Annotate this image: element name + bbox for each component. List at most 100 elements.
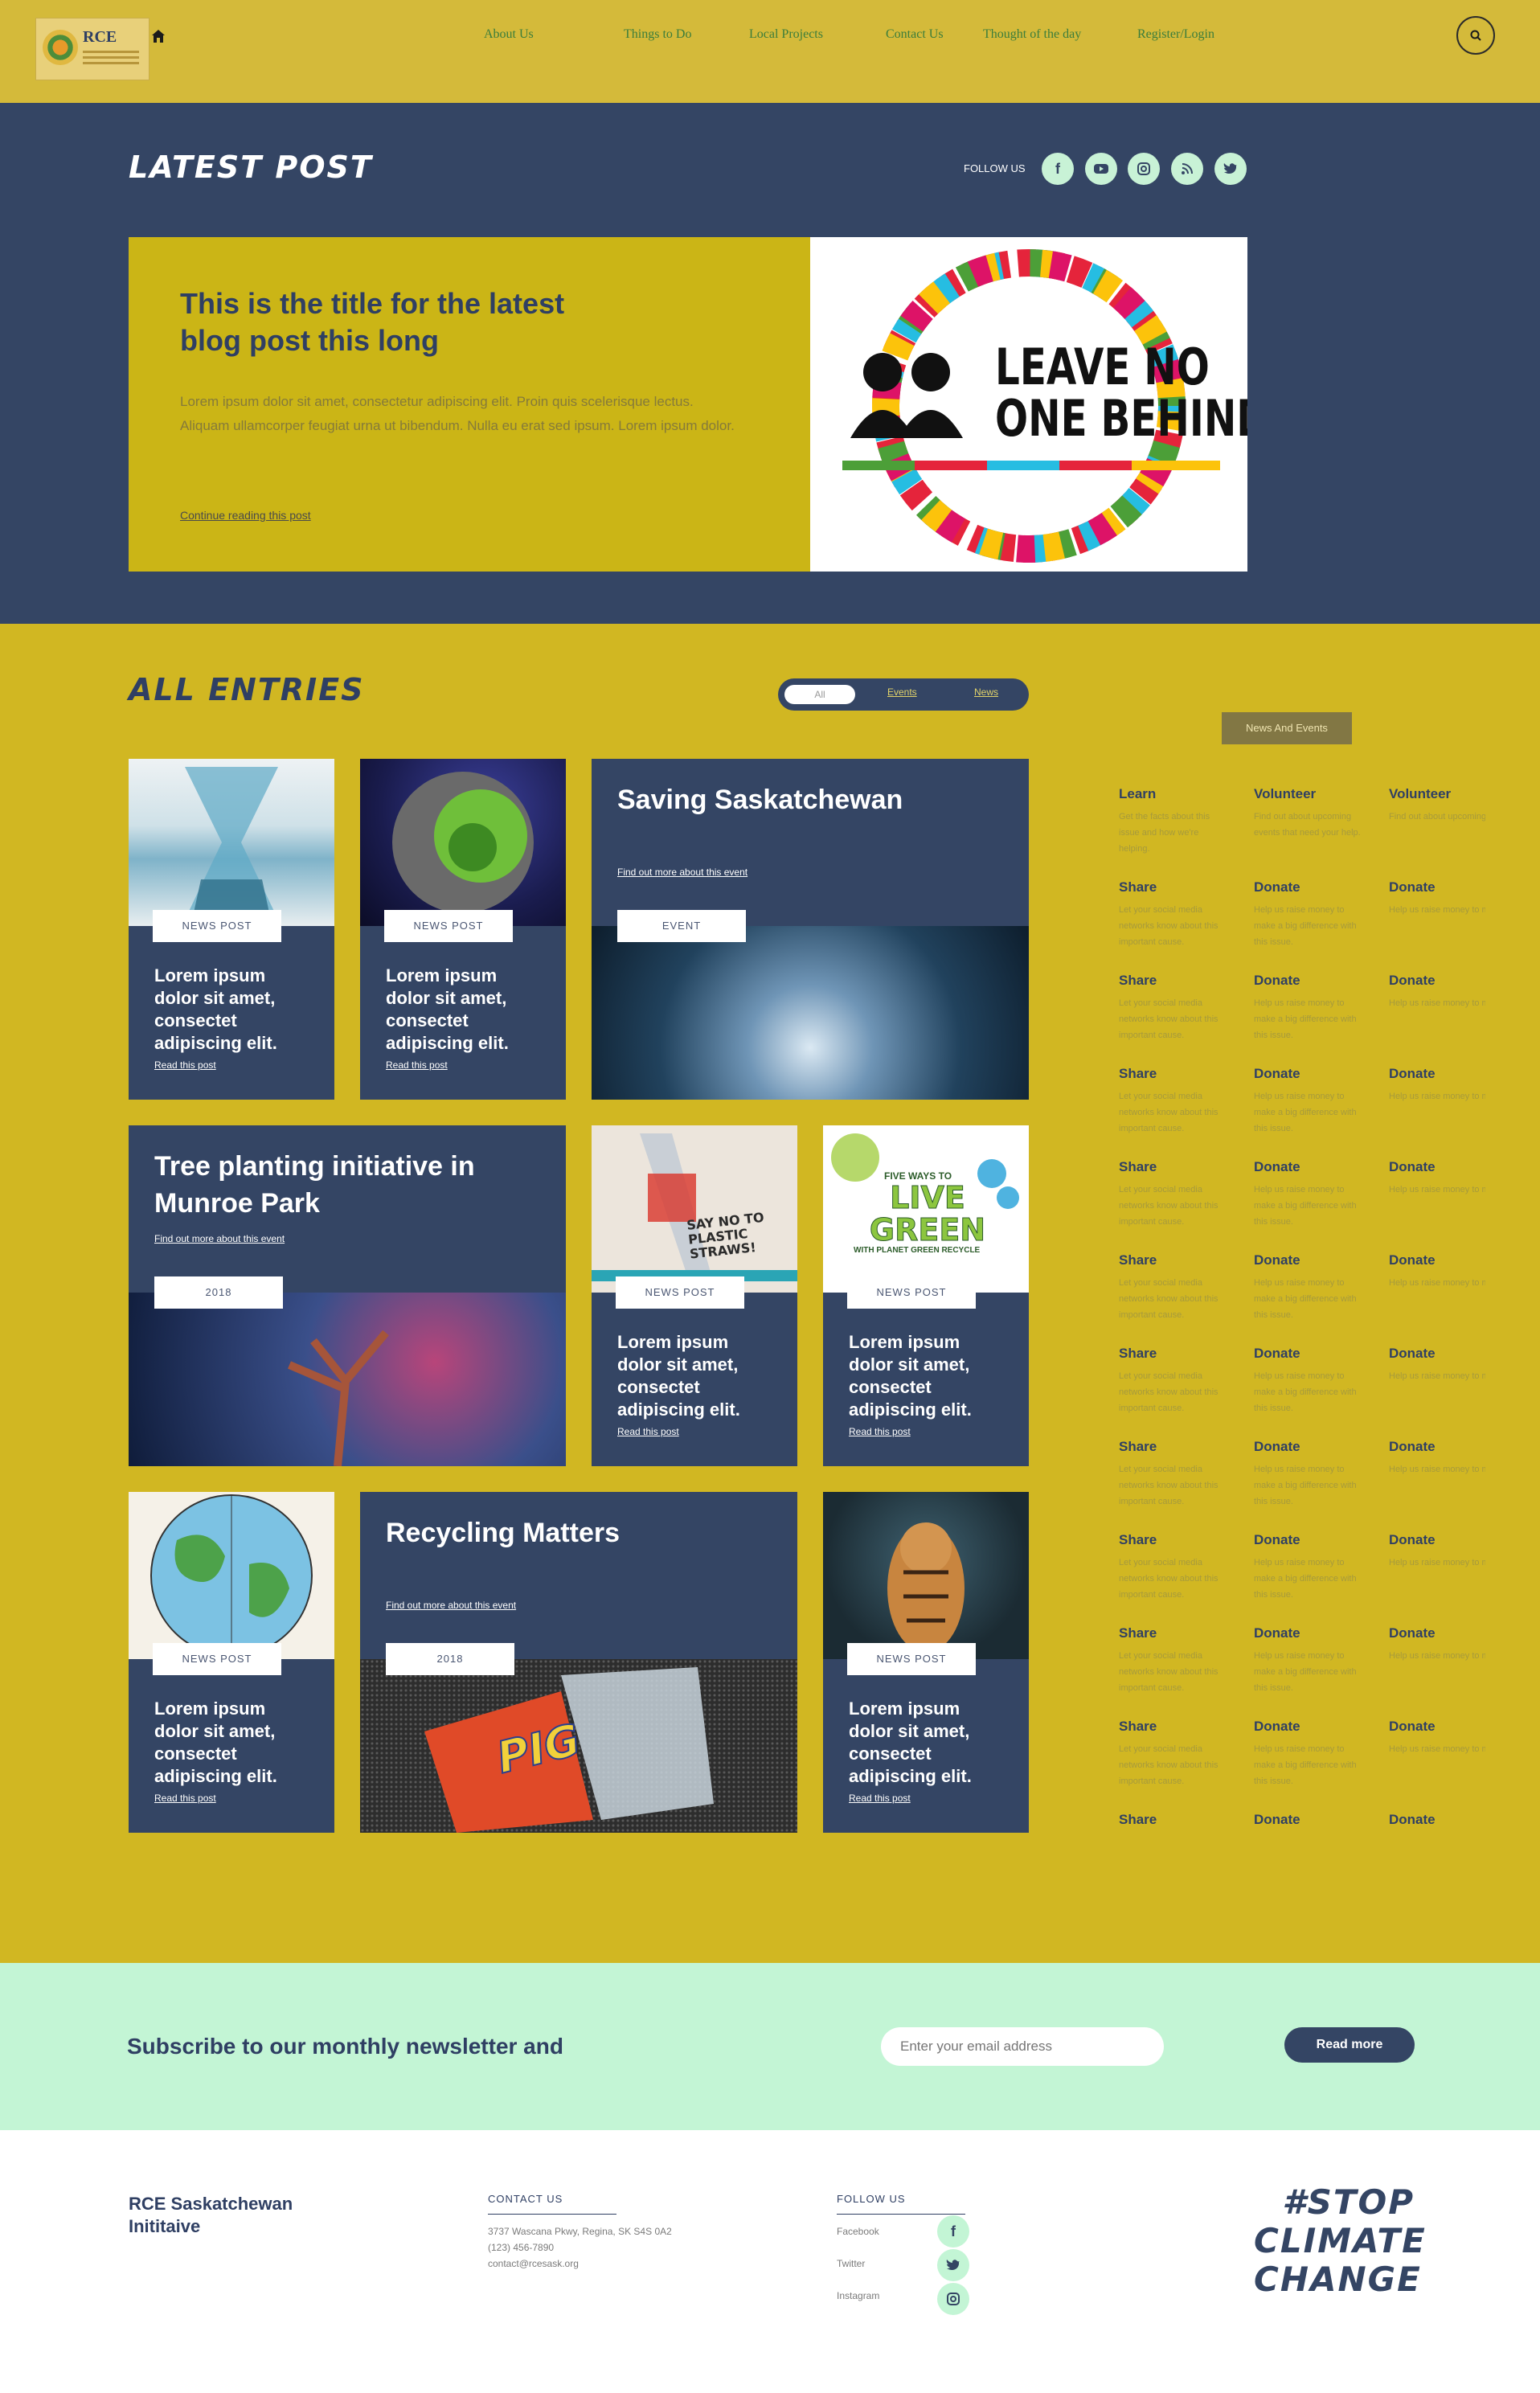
sidebar-block[interactable]: Donate Help us raise money to make a big … bbox=[1389, 1252, 1485, 1291]
read-post-link[interactable]: Read this post bbox=[154, 1059, 216, 1071]
search-button[interactable] bbox=[1456, 16, 1495, 55]
sidebar-block[interactable]: Share Let your social media networks know… bbox=[1119, 1625, 1231, 1696]
filter-events[interactable]: Events bbox=[887, 686, 917, 698]
sidebar-block[interactable]: Share Let your social media networks know… bbox=[1119, 1346, 1231, 1416]
sidebar-block-heading: Volunteer bbox=[1389, 786, 1452, 801]
continue-reading-link[interactable]: Continue reading this post bbox=[180, 509, 311, 522]
nav-about-us[interactable]: About Us bbox=[484, 27, 534, 42]
sidebar-block[interactable]: Donate Help us raise money to make a big … bbox=[1254, 1532, 1366, 1603]
sidebar-block[interactable]: Donate Help us raise money to make a big … bbox=[1254, 1719, 1366, 1789]
sidebar-block[interactable]: Share Let your social media networks know… bbox=[1119, 973, 1231, 1043]
nav-thought-of-the-day[interactable]: Thought of the day bbox=[983, 27, 1081, 42]
find-out-more-link[interactable]: Find out more about this event bbox=[386, 1600, 516, 1611]
sidebar-block[interactable]: Donate Help us raise money to make a big … bbox=[1254, 1346, 1366, 1416]
sidebar-block[interactable]: Share Let your social media networks know… bbox=[1119, 1252, 1231, 1323]
facebook-icon[interactable]: f bbox=[1042, 153, 1074, 185]
sidebar-block[interactable]: Donate Help us raise money to make a big … bbox=[1389, 1066, 1485, 1104]
sidebar-block[interactable]: Donate Help us raise money to make a big … bbox=[1389, 879, 1485, 918]
sidebar-block-text: Help us raise money to make a big differ… bbox=[1254, 1651, 1357, 1693]
sidebar-block[interactable]: Donate Help us raise money to make a big … bbox=[1254, 1066, 1366, 1137]
latest-post-section: LATEST POST FOLLOW US f This is the titl… bbox=[0, 103, 1540, 624]
featured-title: Saving Saskatchewan bbox=[617, 785, 903, 815]
sidebar-block[interactable]: Donate Help us raise money to make a big … bbox=[1389, 1439, 1485, 1477]
sidebar-block[interactable]: Share Let your social media networks know… bbox=[1119, 1719, 1231, 1789]
entry-card[interactable]: FIVE WAYS TO LIVE GREEN WITH PLANET GREE… bbox=[823, 1125, 1029, 1466]
twitter-icon[interactable] bbox=[1214, 153, 1247, 185]
sidebar-block[interactable]: Donate Help us raise money to make a big … bbox=[1254, 1252, 1366, 1323]
sidebar-block[interactable]: Share Let your social media networks know… bbox=[1119, 879, 1231, 950]
sidebar-block[interactable]: Share Let your social media networks know… bbox=[1119, 1532, 1231, 1603]
sidebar-block-text: Help us raise money to make a big differ… bbox=[1389, 1744, 1485, 1754]
filter-all[interactable]: All bbox=[784, 685, 855, 704]
email-input[interactable] bbox=[881, 2027, 1164, 2066]
sidebar-block[interactable]: Donate bbox=[1254, 1812, 1366, 1828]
entry-card[interactable]: SAY NO TO PLASTIC STRAWS! NEWS POST Lore… bbox=[592, 1125, 797, 1466]
logo-emblem-icon bbox=[43, 30, 78, 65]
sidebar-block-text: Let your social media networks know abou… bbox=[1119, 1558, 1218, 1600]
sidebar-block[interactable]: Share Let your social media networks know… bbox=[1119, 1159, 1231, 1230]
sidebar-block[interactable]: Donate Help us raise money to make a big … bbox=[1254, 879, 1366, 950]
sidebar-block[interactable]: Donate Help us raise money to make a big … bbox=[1389, 1719, 1485, 1757]
entry-card[interactable]: NEWS POST Lorem ipsum dolor sit amet, co… bbox=[129, 1492, 334, 1833]
footer-email[interactable]: contact@rcesask.org bbox=[488, 2256, 579, 2272]
footer-twitter-link[interactable]: Twitter bbox=[837, 2256, 865, 2272]
year-tag: 2018 bbox=[154, 1276, 283, 1309]
entry-card[interactable]: NEWS POST Lorem ipsum dolor sit amet, co… bbox=[360, 759, 566, 1100]
sidebar-block[interactable]: Donate Help us raise money to make a big … bbox=[1254, 973, 1366, 1043]
nav-local-projects[interactable]: Local Projects bbox=[749, 27, 823, 42]
read-post-link[interactable]: Read this post bbox=[849, 1793, 911, 1804]
follow-divider bbox=[837, 2214, 965, 2215]
sidebar-block[interactable]: Volunteer Find out about upcoming events … bbox=[1254, 786, 1366, 841]
sidebar-block-text: Let your social media networks know abou… bbox=[1119, 1744, 1218, 1786]
sidebar-block[interactable]: Learn Get the facts about this issue and … bbox=[1119, 786, 1231, 857]
nav-things-to-do[interactable]: Things to Do bbox=[624, 27, 691, 42]
sidebar-block[interactable]: Share Let your social media networks know… bbox=[1119, 1439, 1231, 1510]
straws-caption: SAY NO TO PLASTIC STRAWS! bbox=[686, 1209, 765, 1262]
sidebar-block[interactable]: Donate Help us raise money to make a big … bbox=[1389, 1159, 1485, 1198]
litter-image: PIG bbox=[360, 1659, 797, 1833]
youtube-icon[interactable] bbox=[1085, 153, 1117, 185]
card-title: Lorem ipsum dolor sit amet, consectet ad… bbox=[617, 1332, 740, 1420]
sidebar-block[interactable]: Donate Help us raise money to make a big … bbox=[1389, 1532, 1485, 1571]
latest-post-card: This is the title for the latest blog po… bbox=[129, 237, 810, 572]
read-post-link[interactable]: Read this post bbox=[617, 1426, 679, 1437]
nav-contact-us[interactable]: Contact Us bbox=[886, 27, 944, 42]
sidebar-block[interactable]: Share Let your social media networks know… bbox=[1119, 1066, 1231, 1137]
featured-card-recycling-matters[interactable]: Recycling Matters Find out more about th… bbox=[360, 1492, 797, 1833]
read-post-link[interactable]: Read this post bbox=[386, 1059, 448, 1071]
sidebar-block[interactable]: Donate bbox=[1389, 1812, 1485, 1828]
filter-news[interactable]: News bbox=[974, 686, 998, 698]
find-out-more-link[interactable]: Find out more about this event bbox=[154, 1233, 285, 1244]
featured-card-tree-planting[interactable]: Tree planting initiative in Munroe Park … bbox=[129, 1125, 566, 1466]
rce-logo[interactable]: RCE bbox=[35, 18, 149, 80]
instagram-icon[interactable] bbox=[937, 2283, 969, 2315]
twitter-icon[interactable] bbox=[937, 2249, 969, 2281]
footer-facebook-link[interactable]: Facebook bbox=[837, 2223, 879, 2239]
facebook-icon[interactable]: f bbox=[937, 2215, 969, 2248]
sidebar-block-heading: Share bbox=[1119, 1159, 1157, 1174]
sidebar-block[interactable]: Donate Help us raise money to make a big … bbox=[1389, 973, 1485, 1011]
read-post-link[interactable]: Read this post bbox=[849, 1426, 911, 1437]
nav-register-login[interactable]: Register/Login bbox=[1137, 27, 1214, 42]
sidebar-block[interactable]: Donate Help us raise money to make a big … bbox=[1254, 1159, 1366, 1230]
find-out-more-link[interactable]: Find out more about this event bbox=[617, 867, 747, 878]
sidebar-block[interactable]: Volunteer Find out about upcoming events … bbox=[1389, 786, 1485, 825]
read-post-link[interactable]: Read this post bbox=[154, 1793, 216, 1804]
sidebar-block[interactable]: Donate Help us raise money to make a big … bbox=[1254, 1625, 1366, 1696]
entry-card[interactable]: NEWS POST Lorem ipsum dolor sit amet, co… bbox=[129, 759, 334, 1100]
featured-card-saving-saskatchewan[interactable]: Saving Saskatchewan Find out more about … bbox=[592, 759, 1029, 1100]
home-icon[interactable] bbox=[151, 29, 166, 43]
sidebar-block[interactable]: Donate Help us raise money to make a big … bbox=[1389, 1346, 1485, 1384]
live-green-caption: LIVE GREEN bbox=[869, 1180, 986, 1248]
read-more-button[interactable]: Read more bbox=[1284, 2027, 1415, 2063]
instagram-icon[interactable] bbox=[1128, 153, 1160, 185]
sidebar-block[interactable]: Donate Help us raise money to make a big … bbox=[1389, 1625, 1485, 1664]
all-entries-heading: ALL ENTRIES bbox=[129, 672, 365, 707]
rss-icon[interactable] bbox=[1171, 153, 1203, 185]
card-title: Lorem ipsum dolor sit amet, consectet ad… bbox=[849, 1332, 972, 1420]
sidebar-block[interactable]: Donate Help us raise money to make a big … bbox=[1254, 1439, 1366, 1510]
footer-instagram-link[interactable]: Instagram bbox=[837, 2288, 879, 2304]
news-and-events-button[interactable]: News And Events bbox=[1222, 712, 1352, 744]
sidebar-block[interactable]: Share bbox=[1119, 1812, 1231, 1828]
entry-card[interactable]: NEWS POST Lorem ipsum dolor sit amet, co… bbox=[823, 1492, 1029, 1833]
